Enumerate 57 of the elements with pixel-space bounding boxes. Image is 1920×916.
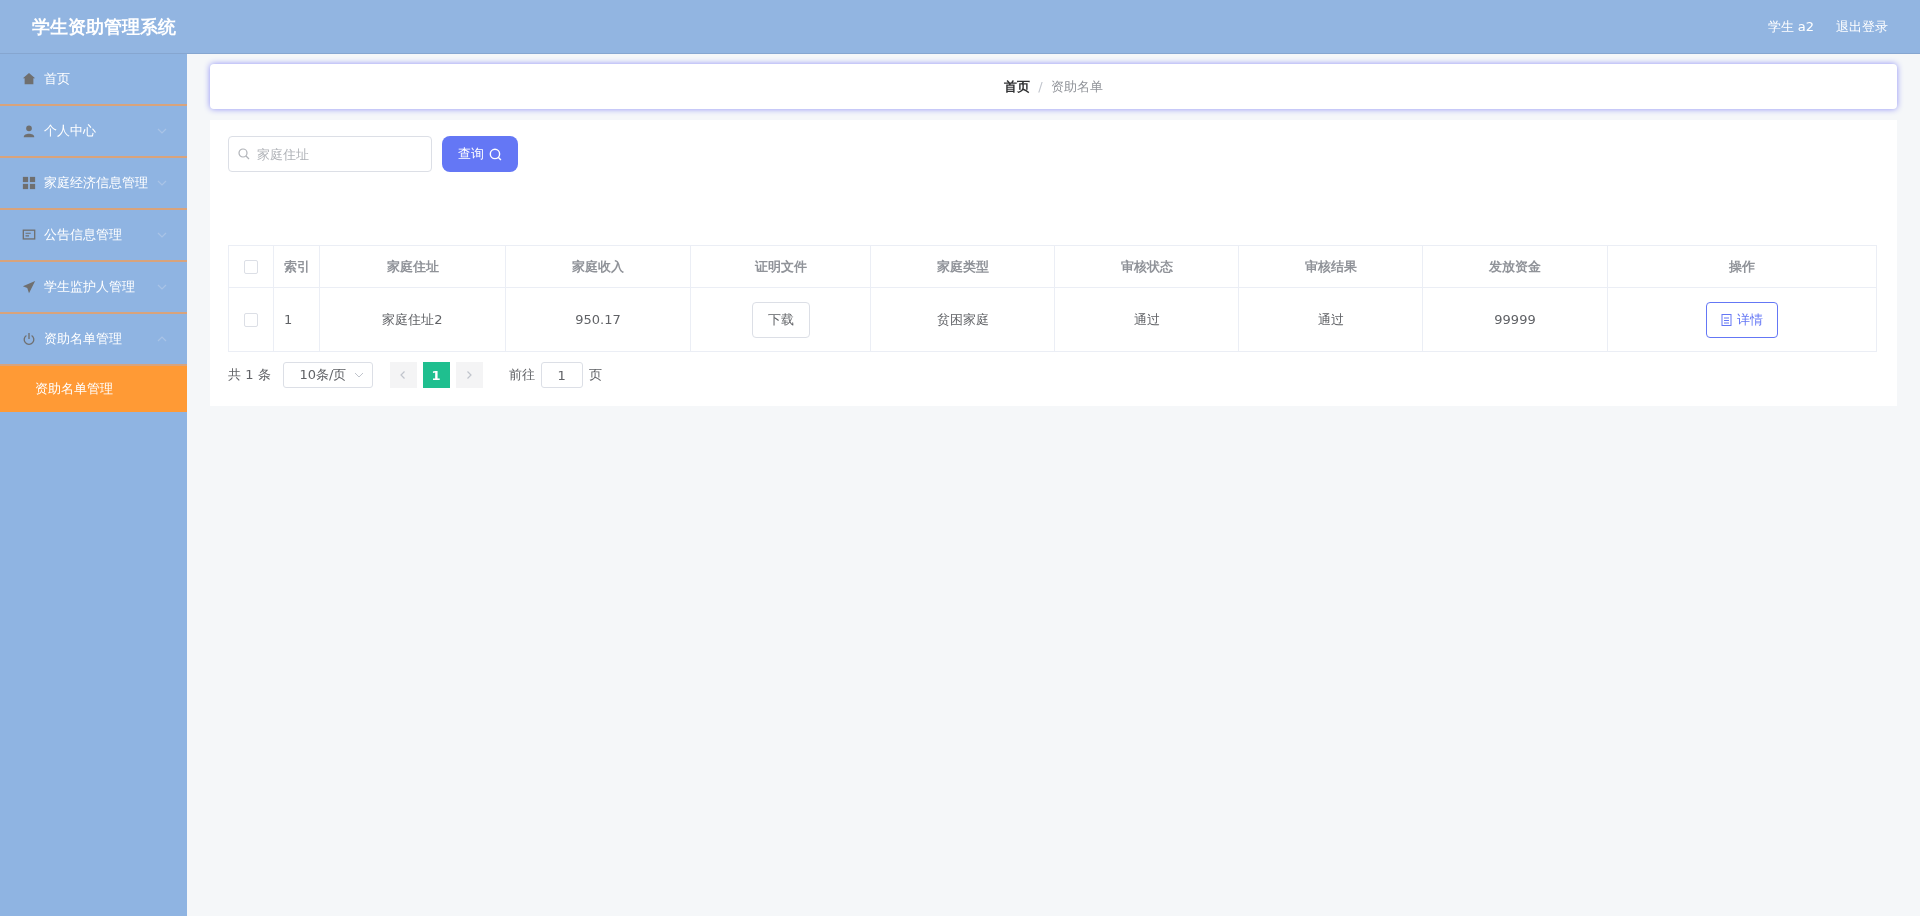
monitor-icon xyxy=(22,228,36,242)
column-header: 家庭类型 xyxy=(870,245,1055,288)
page-size-select[interactable]: 10条/页 xyxy=(282,362,373,388)
column-header: 发放资金 xyxy=(1422,245,1608,288)
select-all-checkbox[interactable] xyxy=(244,260,258,275)
table-cell: 950.17 xyxy=(505,287,691,352)
page-number[interactable]: 1 xyxy=(422,362,450,388)
home-icon xyxy=(22,72,36,86)
chevron-icon xyxy=(157,282,167,292)
total-count: 共 1 条 xyxy=(228,366,271,384)
chevron-icon xyxy=(157,334,167,344)
menu-item[interactable]: 公告信息管理 xyxy=(0,210,187,262)
user-name: 学生 a2 xyxy=(1767,17,1814,36)
search-field[interactable]: 家庭住址 xyxy=(228,136,432,172)
search-icon xyxy=(489,147,502,161)
page-input[interactable]: 1 xyxy=(540,362,583,388)
chevron-icon xyxy=(353,370,364,380)
menu-item[interactable]: 个人中心 xyxy=(0,106,187,158)
table-cell: 1 xyxy=(273,287,320,352)
power-icon xyxy=(22,332,36,346)
table-cell: 99999 xyxy=(1422,287,1608,352)
menu-item[interactable]: 首页 xyxy=(0,54,187,106)
column-header: 证明文件 xyxy=(690,245,871,288)
chevron-icon xyxy=(157,126,167,136)
download-button[interactable]: 下载 xyxy=(751,301,810,338)
column-header: 家庭收入 xyxy=(505,245,691,288)
column-header: 审核结果 xyxy=(1238,245,1423,288)
table-cell: 通过 xyxy=(1054,287,1239,352)
user-icon xyxy=(22,124,36,138)
chevron-icon xyxy=(157,178,167,188)
menu-item[interactable]: 学生监护人管理 xyxy=(0,262,187,314)
column-header: 审核状态 xyxy=(1054,245,1239,288)
breadcrumb-separator: / xyxy=(1038,79,1043,94)
table-cell: 家庭住址2 xyxy=(319,287,506,352)
row-checkbox[interactable] xyxy=(244,313,258,328)
table-cell: 通过 xyxy=(1238,287,1423,352)
app-title: 学生资助管理系统 xyxy=(32,14,176,39)
goto-label: 前往 xyxy=(508,366,535,384)
submenu-item[interactable]: 资助名单管理 xyxy=(0,366,187,412)
search-icon xyxy=(238,148,250,160)
details-button[interactable]: 详情 xyxy=(1706,301,1778,338)
next-page-button[interactable] xyxy=(455,362,483,388)
page-suffix: 页 xyxy=(588,366,602,384)
column-header: 索引 xyxy=(273,245,320,288)
search-button[interactable]: 查询 xyxy=(442,136,518,172)
logout-link[interactable]: 退出登录 xyxy=(1836,17,1888,36)
chevron-icon xyxy=(157,230,167,240)
column-header: 操作 xyxy=(1607,245,1877,288)
grid-icon xyxy=(22,176,36,190)
prev-page-button[interactable] xyxy=(389,362,417,388)
paper-plane-icon xyxy=(22,280,36,294)
menu-item[interactable]: 家庭经济信息管理 xyxy=(0,158,187,210)
document-icon xyxy=(1721,313,1732,326)
breadcrumb-item: 资助名单 xyxy=(1050,77,1103,96)
breadcrumb-item[interactable]: 首页 xyxy=(1004,77,1031,96)
column-header: 家庭住址 xyxy=(319,245,506,288)
table-cell: 贫困家庭 xyxy=(870,287,1055,352)
